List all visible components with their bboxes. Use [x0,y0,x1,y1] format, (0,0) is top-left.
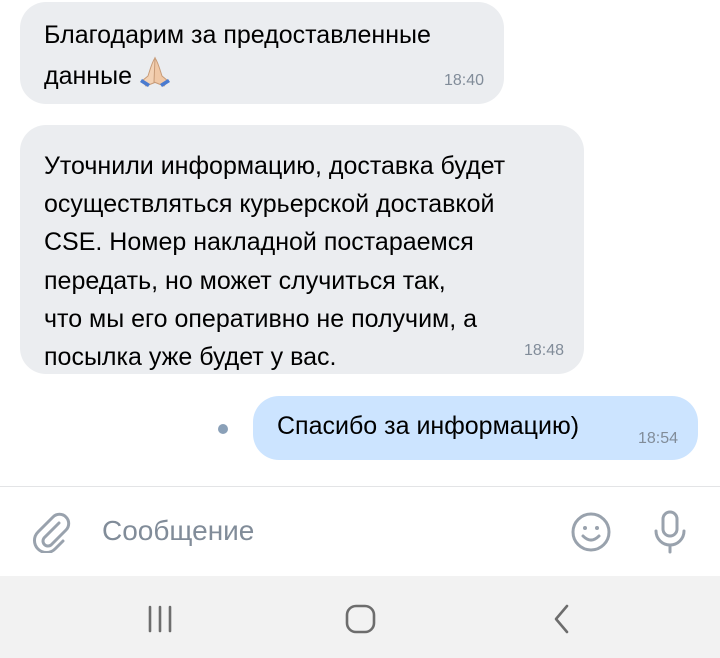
praying-hands-emoji-icon [136,54,174,99]
paperclip-icon[interactable] [30,511,72,558]
message-input[interactable]: Сообщение [102,515,254,547]
message-bubble-outgoing[interactable]: Спасибо за информацию) 18:54 [253,396,698,460]
recent-apps-icon[interactable] [146,604,174,639]
message-time: 18:54 [637,430,678,447]
microphone-icon[interactable] [650,509,690,560]
message-time: 18:40 [443,72,484,89]
message-bubble-incoming[interactable]: Уточнили информацию, доставка будет осущ… [20,125,584,374]
message-text: Спасибо за информацию) [277,412,580,440]
unread-indicator-icon [218,424,228,434]
message-composer: Сообщение [0,486,720,576]
message-bubble-incoming[interactable]: Благодарим за предоставленные данные 18:… [20,2,504,104]
message-text: Уточнили информацию, доставка будет осущ… [44,152,506,372]
system-navigation-bar [0,576,720,658]
home-icon[interactable] [344,602,378,641]
emoji-icon[interactable] [570,511,612,558]
back-icon[interactable] [551,603,573,640]
message-text: Благодарим за предоставленные данные [44,21,431,91]
message-time: 18:48 [523,342,564,359]
